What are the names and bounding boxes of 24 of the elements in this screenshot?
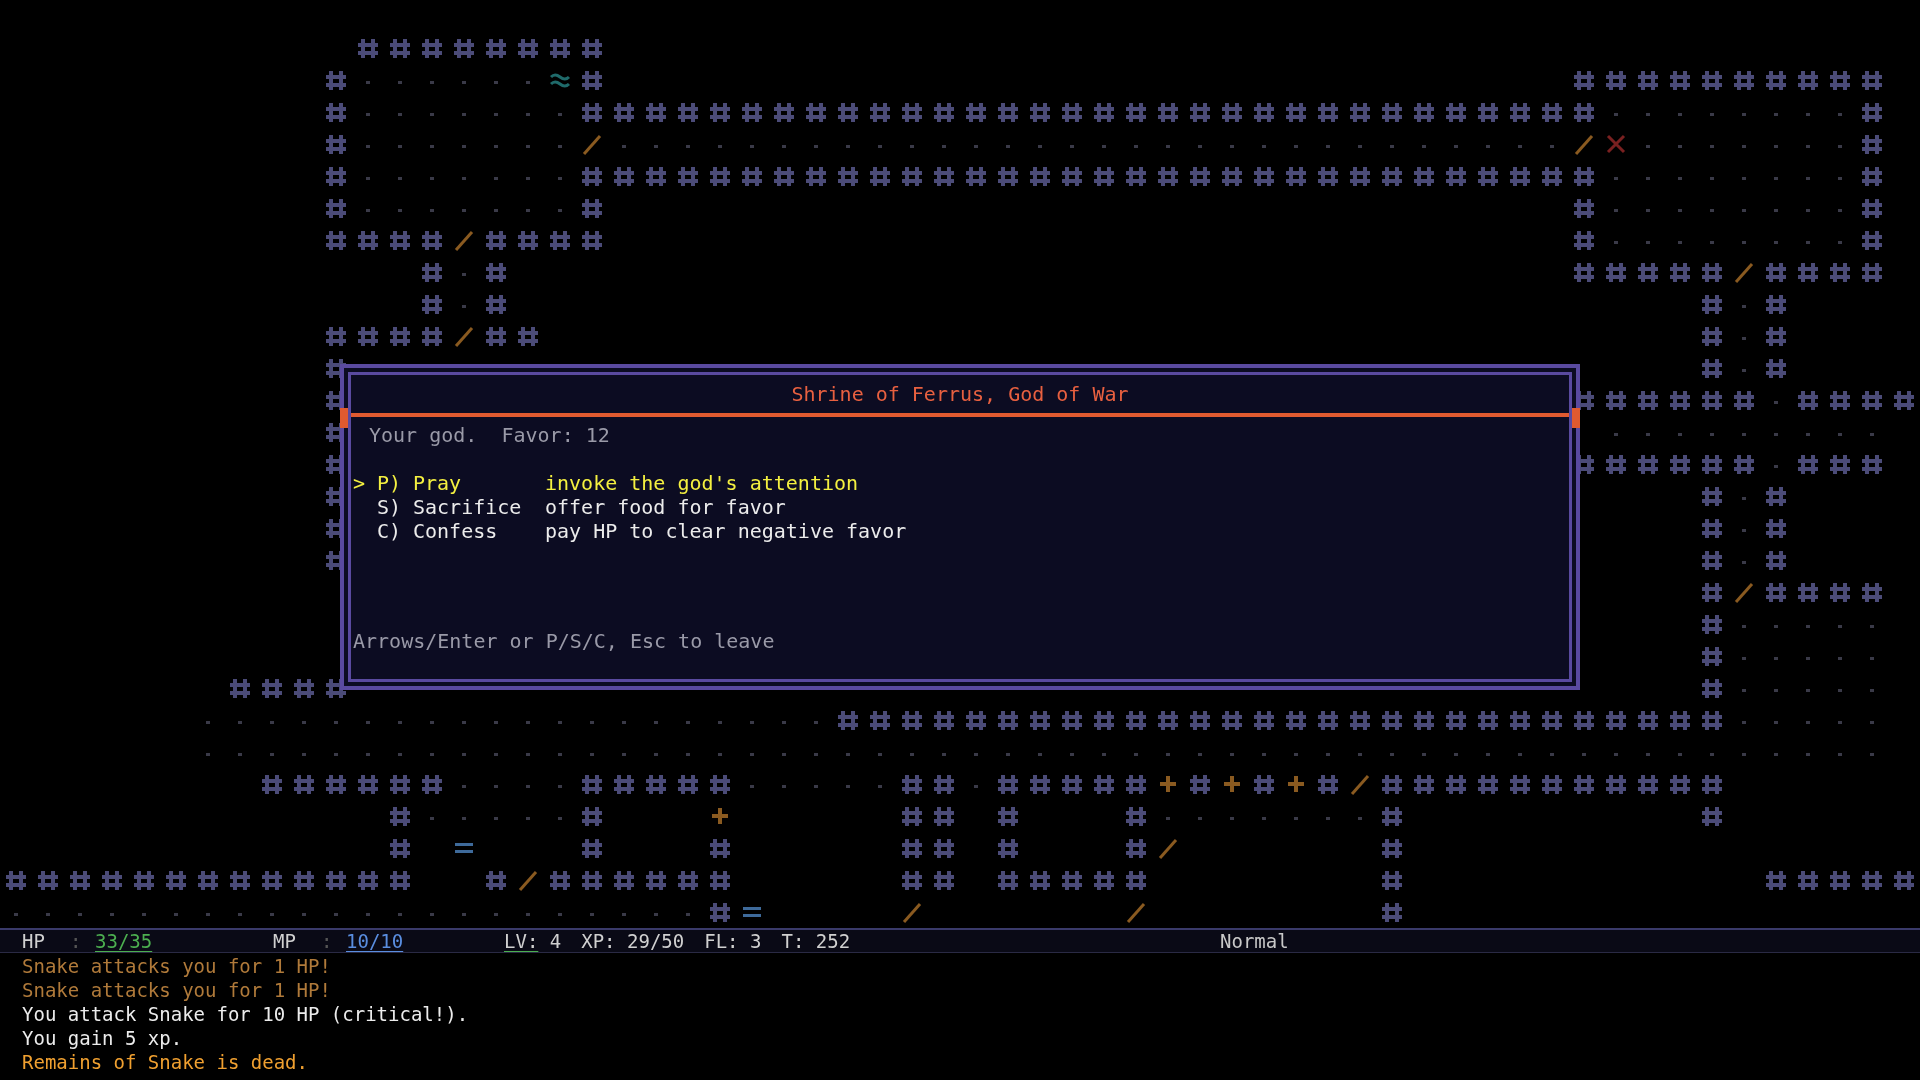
stat-value: 33/35	[95, 930, 153, 952]
favor-info: Your god. Favor: 12	[368, 423, 611, 447]
log-message: You gain 5 xp.	[22, 1026, 184, 1050]
stat-label: HP	[22, 930, 46, 952]
menu-option[interactable]: C) Confess pay HP to clear negative favor	[353, 519, 1569, 543]
stat-text: XP: 29/50	[581, 930, 685, 952]
dialog-title: Shrine of Ferrus, God of War	[791, 382, 1129, 406]
stat-text: LV: 4	[504, 930, 562, 952]
stat-separator: :	[70, 930, 83, 952]
log-message: Snake attacks you for 1 HP!	[22, 978, 332, 1002]
log-message: You attack Snake for 10 HP (critical!).	[22, 1002, 470, 1026]
stat-text: T: 252	[781, 930, 851, 952]
log-message: Snake attacks you for 1 HP!	[22, 954, 332, 978]
menu-option[interactable]: S) Sacrifice offer food for favor	[353, 495, 1569, 519]
stat-separator: :	[321, 930, 334, 952]
stat-label: MP	[273, 930, 297, 952]
stat-text: FL: 3	[704, 930, 762, 952]
menu-option[interactable]: > P) Pray invoke the god's attention	[353, 471, 1569, 495]
log-message: Remains of Snake is dead.	[22, 1050, 309, 1074]
key-hint: Arrows/Enter or P/S/C, Esc to leave	[353, 629, 776, 653]
notch-mark	[340, 408, 348, 428]
stat-value: 10/10	[346, 930, 404, 952]
difficulty-label: Normal	[1220, 930, 1289, 952]
notch-mark	[1572, 408, 1580, 428]
